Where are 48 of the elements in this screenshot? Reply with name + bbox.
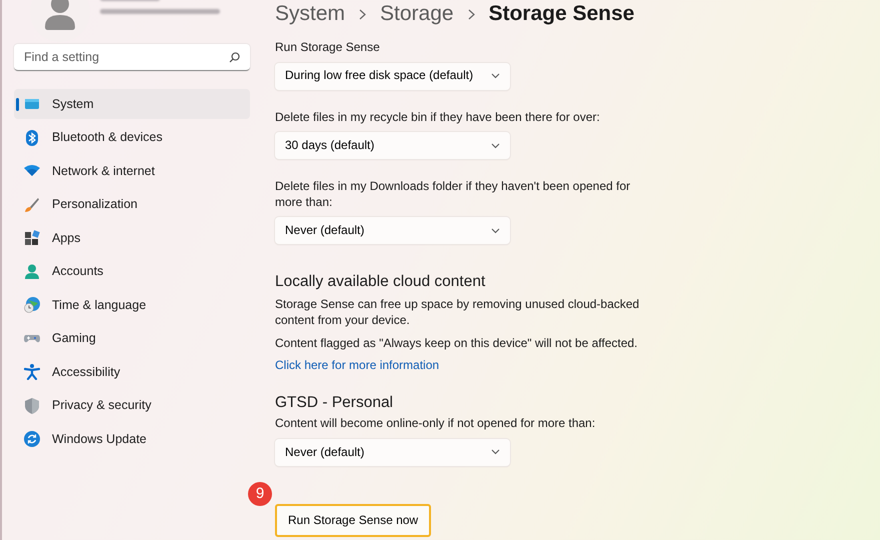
sidebar-item[interactable]: Windows Update bbox=[14, 424, 250, 454]
run-now-button[interactable]: Run Storage Sense now bbox=[275, 504, 432, 538]
sidebar-item[interactable]: Network & internet bbox=[14, 156, 250, 186]
search-icon bbox=[229, 52, 240, 62]
sidebar-item[interactable]: Personalization bbox=[14, 190, 250, 220]
dropdown[interactable]: Never (default) bbox=[275, 217, 510, 244]
dropdown[interactable]: During low free disk space (default) bbox=[275, 62, 510, 90]
sidebar-item[interactable]: Privacy & security bbox=[14, 390, 250, 420]
bluetooth-icon bbox=[24, 130, 40, 146]
field-label: Delete files in my Downloads folder if they haven't been opened for more than: bbox=[275, 179, 632, 210]
sidebar-item[interactable]: Time & language bbox=[14, 290, 250, 320]
chevron-down-icon bbox=[491, 142, 500, 149]
brush-icon bbox=[24, 196, 40, 212]
chevron-down-icon bbox=[491, 228, 500, 234]
breadcrumb-item: Storage Sense bbox=[488, 1, 634, 28]
step-number-badge: 9 bbox=[248, 482, 272, 506]
dropdown[interactable]: Never (default) bbox=[275, 438, 510, 466]
chevron-icon bbox=[468, 8, 475, 20]
wifi-icon bbox=[24, 163, 40, 179]
accessibility-icon bbox=[24, 364, 40, 380]
field-label: Run Storage Sense bbox=[275, 40, 381, 56]
sidebar-item[interactable]: Accounts bbox=[14, 256, 250, 286]
monitor-icon bbox=[24, 96, 40, 112]
sidebar-item[interactable]: System bbox=[14, 89, 250, 119]
sidebar-item[interactable]: Apps bbox=[14, 223, 250, 253]
update-icon bbox=[24, 431, 40, 447]
search-box[interactable]: Find a setting bbox=[14, 44, 250, 71]
chevron-icon bbox=[359, 8, 366, 20]
chevron-down-icon bbox=[491, 449, 500, 456]
section-heading: GTSD - Personal bbox=[275, 393, 394, 414]
sidebar-item[interactable]: Bluetooth & devices bbox=[14, 122, 250, 152]
dropdown[interactable]: 30 days (default) bbox=[275, 132, 510, 160]
sidebar-item[interactable]: Gaming bbox=[14, 324, 250, 354]
sidebar-item[interactable]: Accessibility bbox=[14, 357, 250, 387]
globe-clock-icon bbox=[24, 297, 40, 313]
info-link[interactable]: Click here for more information bbox=[275, 358, 440, 372]
shield-icon bbox=[24, 398, 40, 414]
breadcrumb-item[interactable]: Storage bbox=[380, 0, 454, 28]
person-icon bbox=[24, 264, 40, 280]
apps-icon bbox=[24, 230, 40, 246]
section-heading: Locally available cloud content bbox=[275, 272, 486, 292]
chevron-down-icon bbox=[491, 73, 500, 80]
field-label: Delete files in my recycle bin if they have been there for over: bbox=[275, 110, 601, 126]
breadcrumb-item[interactable]: System bbox=[275, 0, 346, 28]
description-text: Content flagged as "Always keep on this device" will not be affected. bbox=[275, 334, 639, 351]
search-field[interactable]: Find a setting bbox=[24, 44, 229, 70]
field-label: Content will become online-only if not opened for more than: bbox=[275, 416, 596, 432]
description-text: Storage Sense can free up space by removing unused cloud-backed content from your device. bbox=[275, 296, 640, 328]
